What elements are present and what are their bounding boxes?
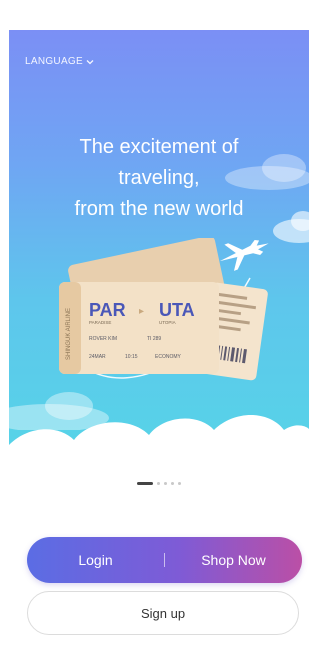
ticket-class: ECONOMY [155, 354, 182, 360]
shop-now-button[interactable]: Shop Now [165, 552, 302, 568]
hero-banner: LANGUAGE The excitement of traveling, fr… [9, 30, 309, 480]
page-dot-active[interactable] [137, 482, 153, 485]
chevron-down-icon [86, 59, 94, 64]
status-bar [0, 0, 309, 30]
headline-line-3: from the new world [74, 198, 244, 220]
ticket-gate: 10:15 [125, 354, 138, 360]
login-button[interactable]: Login [27, 552, 164, 568]
page-dot[interactable] [178, 482, 181, 485]
sign-up-button[interactable]: Sign up [27, 591, 299, 635]
page-indicator [137, 482, 181, 485]
language-selector[interactable]: LANGUAGE [25, 56, 94, 67]
ticket-to-city: UTOPIA [159, 320, 176, 325]
boarding-pass-illustration: SHINGUK AIRLINE PAR PARADISE ▸ UTA UTOPI… [59, 238, 269, 381]
page-dot[interactable] [171, 482, 174, 485]
language-label: LANGUAGE [25, 56, 83, 67]
headline-line-1: The excitement of [79, 136, 239, 158]
ticket-from-city: PARADISE [89, 320, 111, 325]
primary-action-bar: Login Shop Now [27, 537, 302, 583]
ticket-side-text: SHINGUK AIRLINE [66, 308, 72, 360]
headline-line-2: traveling, [118, 167, 200, 189]
ticket-date: 24MAR [89, 354, 106, 360]
airplane-icon [219, 239, 269, 271]
ticket-from-code: PAR [89, 300, 126, 320]
hero-headline: The excitement of traveling, from the ne… [9, 132, 309, 225]
page-dot[interactable] [164, 482, 167, 485]
ticket-flight: TI 289 [147, 336, 161, 342]
bottom-clouds-icon [9, 415, 309, 480]
ticket-to-code: UTA [159, 300, 195, 320]
ticket-passenger: ROVER KIM [89, 336, 117, 342]
page-dot[interactable] [157, 482, 160, 485]
svg-text:▸: ▸ [139, 306, 144, 317]
